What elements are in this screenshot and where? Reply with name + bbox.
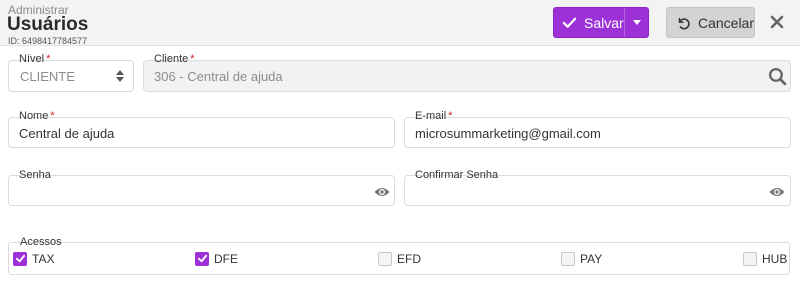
page-title: Usuários <box>7 14 89 35</box>
chevron-down-icon <box>632 20 641 25</box>
nome-label: Nome * <box>19 110 55 122</box>
page-header: Administrar Usuários ID: 6498417784577 S… <box>0 0 800 46</box>
senha-input[interactable] <box>8 175 395 206</box>
sort-icon <box>116 70 124 82</box>
cliente-label: Cliente * <box>154 53 195 65</box>
checkbox[interactable] <box>743 251 757 266</box>
access-checkbox-pay[interactable]: PAY <box>561 250 602 267</box>
eye-icon[interactable] <box>769 186 785 198</box>
nome-input[interactable]: Central de ajuda <box>8 117 395 148</box>
email-input[interactable]: microsummarketing@gmail.com <box>404 117 791 148</box>
checkbox[interactable] <box>13 251 27 266</box>
email-value: microsummarketing@gmail.com <box>415 126 601 141</box>
nivel-value: CLIENTE <box>20 69 75 84</box>
access-checkbox-efd[interactable]: EFD <box>378 250 421 267</box>
checkbox[interactable] <box>195 251 209 266</box>
cliente-value: 306 - Central de ajuda <box>154 69 283 84</box>
checkbox-label: EFD <box>397 251 421 266</box>
close-icon[interactable] <box>768 13 786 31</box>
required-mark: * <box>190 53 195 65</box>
record-id: ID: 6498417784577 <box>8 36 88 46</box>
cliente-field[interactable]: 306 - Central de ajuda <box>143 60 791 92</box>
checkbox-label: DFE <box>214 251 238 266</box>
email-label: E-mail * <box>415 110 453 122</box>
required-mark: * <box>46 53 51 65</box>
check-icon <box>197 254 207 263</box>
save-dropdown-toggle[interactable] <box>624 8 648 37</box>
required-mark: * <box>448 110 453 122</box>
senha-label: Senha <box>19 169 51 181</box>
check-icon <box>15 254 25 263</box>
search-icon[interactable] <box>768 67 787 86</box>
checkbox[interactable] <box>561 251 575 266</box>
access-checkbox-tax[interactable]: TAX <box>13 250 54 267</box>
access-checkbox-dfe[interactable]: DFE <box>195 250 238 267</box>
checkbox-label: HUB <box>762 251 788 266</box>
access-checkbox-hub[interactable]: HUB <box>743 250 787 267</box>
save-button-label: Salvar <box>584 14 624 31</box>
cancel-button-label: Cancelar <box>697 14 754 31</box>
nome-value: Central de ajuda <box>19 126 115 141</box>
nivel-label: Nível * <box>19 53 51 65</box>
eye-icon[interactable] <box>374 186 390 198</box>
checkbox-label: TAX <box>32 251 55 266</box>
undo-icon <box>678 17 690 29</box>
confirmar-senha-label: Confirmar Senha <box>415 169 499 181</box>
acessos-label: Acessos <box>20 236 62 248</box>
required-mark: * <box>50 110 55 122</box>
checkbox[interactable] <box>378 251 392 266</box>
check-icon <box>562 17 577 28</box>
save-button-main[interactable]: Salvar <box>554 8 624 37</box>
save-button[interactable]: Salvar <box>553 7 649 38</box>
cancel-button[interactable]: Cancelar <box>666 7 755 38</box>
checkbox-label: PAY <box>580 251 603 266</box>
